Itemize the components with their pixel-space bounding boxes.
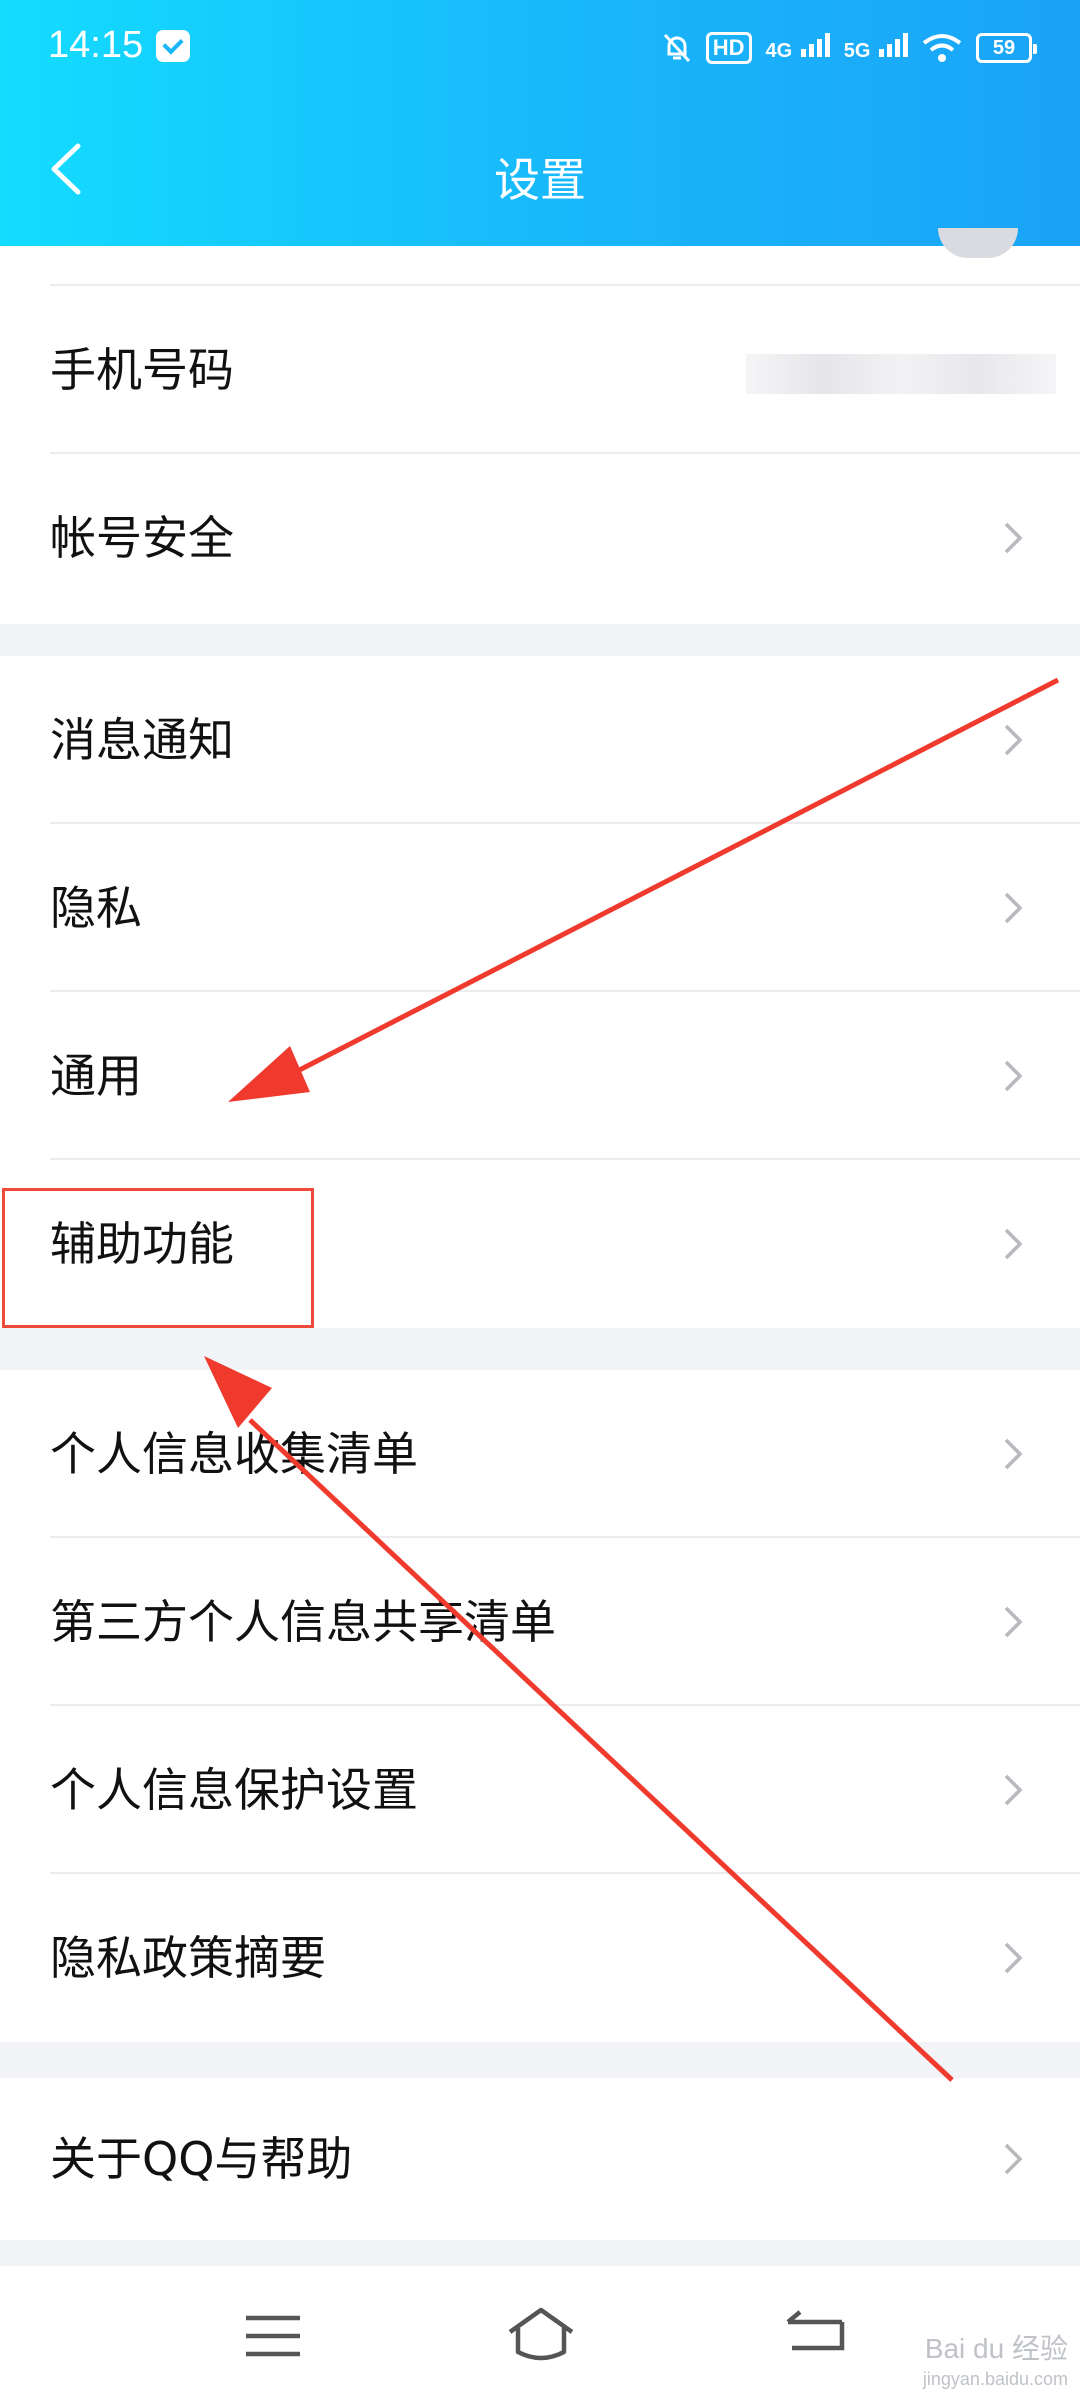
settings-item-label: 个人信息收集清单 [50,1427,418,1481]
hd-icon: HD [705,32,752,64]
account-group: 手机号码 帐号安全 [0,246,1080,624]
settings-item-info-protection[interactable]: 个人信息保护设置 [0,1706,1080,1874]
wifi-icon [922,34,962,62]
chevron-right-icon [1004,1438,1023,1470]
settings-item-label: 隐私政策摘要 [50,1931,326,1985]
battery-icon: 59 [976,33,1037,63]
phone-number-value [746,354,1056,394]
signal-4g: 4G [766,33,830,63]
settings-item-label: 隐私 [50,881,142,935]
chevron-right-icon [1004,1606,1023,1638]
signal-bars-icon [800,33,830,57]
settings-item-privacy-summary[interactable]: 隐私政策摘要 [0,1874,1080,2042]
status-bar: 14:15 HD 4G 5G 59 [0,0,1080,96]
menu-icon[interactable] [228,2296,318,2376]
chevron-right-icon [1004,1060,1023,1092]
settings-item-accessibility[interactable]: 辅助功能 [0,1160,1080,1328]
chevron-right-icon [1004,1774,1023,1806]
chevron-right-icon [1004,724,1023,756]
signal-5g: 5G [844,33,908,63]
general-group: 消息通知 隐私 通用 辅助功能 [0,656,1080,1328]
mute-bell-icon [663,33,690,63]
status-icons: HD 4G 5G 59 [662,26,1037,70]
watermark: Bai du 经验 jingyan.baidu.com [922,2333,1068,2390]
system-nav-bar: Bai du 经验 jingyan.baidu.com [0,2266,1080,2404]
about-group: 关于QQ与帮助 [0,2078,1080,2240]
settings-item-label: 个人信息保护设置 [50,1763,418,1817]
chevron-right-icon [1004,522,1023,554]
back-nav-icon[interactable] [772,2296,862,2376]
chevron-right-icon [1004,1228,1023,1260]
status-time: 14:15 [48,24,144,66]
list-item-partial [0,246,1080,286]
settings-item-label: 手机号码 [50,343,234,397]
page-title: 设置 [494,153,586,207]
app-header: 14:15 HD 4G 5G 59 设置 [0,0,1080,246]
settings-item-privacy[interactable]: 隐私 [0,824,1080,992]
settings-item-label: 关于QQ与帮助 [50,2132,353,2186]
settings-item-notifications[interactable]: 消息通知 [0,656,1080,824]
message-notification-icon [156,30,190,62]
settings-item-general[interactable]: 通用 [0,992,1080,1160]
signal-bars-icon [879,33,908,57]
settings-item-info-collection[interactable]: 个人信息收集清单 [0,1370,1080,1538]
settings-item-label: 通用 [50,1049,142,1103]
settings-item-account-security[interactable]: 帐号安全 [0,454,1080,622]
chevron-right-icon [1004,2143,1023,2175]
settings-item-label: 帐号安全 [50,511,234,565]
settings-item-phone[interactable]: 手机号码 [0,286,1080,454]
settings-item-label: 第三方个人信息共享清单 [50,1595,556,1649]
chevron-right-icon [1004,1942,1023,1974]
settings-item-label: 辅助功能 [50,1217,234,1271]
chevron-right-icon [1004,892,1023,924]
settings-item-about[interactable]: 关于QQ与帮助 [0,2078,1080,2240]
personal-info-group: 个人信息收集清单 第三方个人信息共享清单 个人信息保护设置 隐私政策摘要 [0,1370,1080,2042]
settings-item-third-party-sharing[interactable]: 第三方个人信息共享清单 [0,1538,1080,1706]
settings-item-label: 消息通知 [50,713,234,767]
home-icon[interactable] [496,2296,586,2376]
